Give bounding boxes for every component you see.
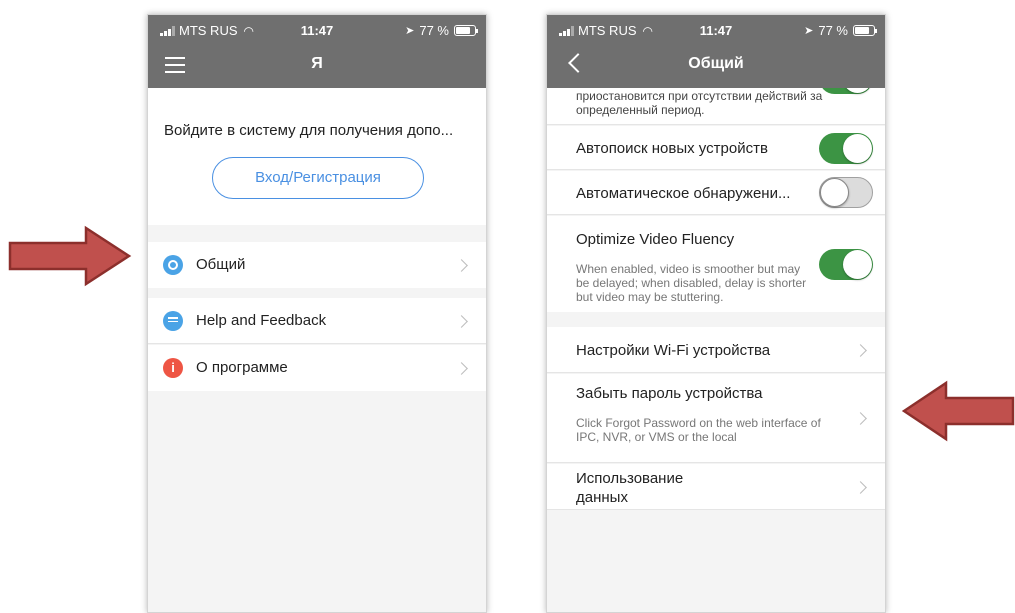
setting-label: Optimize Video Fluency xyxy=(576,231,735,248)
chevron-right-icon xyxy=(854,344,867,357)
chevron-right-icon xyxy=(455,259,468,272)
video-fluency-toggle[interactable] xyxy=(819,249,873,280)
page-title: Общий xyxy=(688,55,744,72)
clipped-setting-text: приостановится при отсутствии действий з… xyxy=(576,89,823,117)
battery-icon xyxy=(853,25,877,36)
menu-item-label: О программе xyxy=(196,359,288,376)
link-wifi-settings[interactable]: Настройки Wi-Fi устройства xyxy=(547,327,885,373)
gear-icon xyxy=(163,255,183,275)
battery-icon xyxy=(454,25,478,36)
status-right: ➤ 77 % xyxy=(405,23,478,38)
auto-detect-toggle[interactable] xyxy=(819,177,873,208)
battery-percent: 77 % xyxy=(419,23,449,38)
menu-item-help-feedback[interactable]: Help and Feedback xyxy=(148,298,486,344)
status-right: ➤ 77 % xyxy=(804,23,877,38)
setting-label: Автоматическое обнаружени... xyxy=(576,185,791,202)
login-prompt: Войдите в систему для получения допо... xyxy=(164,122,454,139)
link-data-usage[interactable]: Использование данных xyxy=(547,464,885,510)
menu-item-label: Общий xyxy=(196,256,246,273)
chevron-right-icon xyxy=(854,412,867,425)
status-bar: MTS RUS ◠ 11:47 ➤ 77 % xyxy=(547,15,885,45)
location-icon: ➤ xyxy=(405,25,415,37)
link-label: Настройки Wi-Fi устройства xyxy=(576,342,771,359)
setting-label: Автопоиск новых устройств xyxy=(576,140,768,157)
red-arrow-left-icon xyxy=(902,380,1015,442)
link-forgot-password[interactable]: Забыть пароль устройства Click Forgot Pa… xyxy=(547,374,885,463)
auto-search-toggle[interactable] xyxy=(819,133,873,164)
setting-auto-detect: Автоматическое обнаружени... xyxy=(547,171,885,215)
battery-percent: 77 % xyxy=(818,23,848,38)
chevron-right-icon xyxy=(455,315,468,328)
right-phone-screen: приостановится при отсутствии действий з… xyxy=(546,14,886,613)
left-phone-screen: MTS RUS ◠ 11:47 ➤ 77 % Я Войдите в систе… xyxy=(147,14,487,613)
right-header: MTS RUS ◠ 11:47 ➤ 77 % Общий xyxy=(547,15,885,88)
location-icon: ➤ xyxy=(804,25,814,37)
chevron-right-icon xyxy=(854,481,867,494)
page-title: Я xyxy=(311,55,323,72)
status-bar: MTS RUS ◠ 11:47 ➤ 77 % xyxy=(148,15,486,45)
info-icon: i xyxy=(163,358,183,378)
link-description: Click Forgot Password on the web interfa… xyxy=(576,416,821,444)
setting-auto-search: Автопоиск новых устройств xyxy=(547,126,885,170)
setting-description: When enabled, video is smoother but may … xyxy=(576,262,807,304)
menu-item-label: Help and Feedback xyxy=(196,312,327,329)
page: MTS RUS ◠ 11:47 ➤ 77 % Я Войдите в систе… xyxy=(0,0,1015,613)
menu-item-about[interactable]: i О программе xyxy=(148,345,486,391)
setting-video-fluency: Optimize Video Fluency When enabled, vid… xyxy=(547,216,885,312)
login-register-button[interactable]: Вход/Регистрация xyxy=(212,157,424,199)
red-arrow-right-icon xyxy=(8,225,132,287)
left-header: MTS RUS ◠ 11:47 ➤ 77 % Я xyxy=(148,15,486,88)
chat-icon xyxy=(163,311,183,331)
link-label: Забыть пароль устройства xyxy=(576,385,763,402)
menu-item-general[interactable]: Общий xyxy=(148,242,486,288)
link-label: Использование данных xyxy=(576,470,684,506)
chevron-right-icon xyxy=(455,362,468,375)
